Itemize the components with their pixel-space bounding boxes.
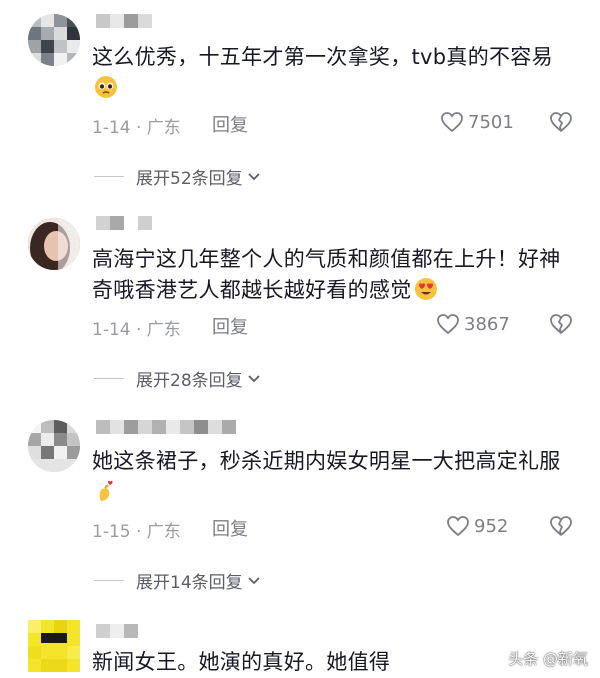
username-mosaic[interactable] bbox=[96, 216, 152, 230]
dislike-button[interactable] bbox=[548, 110, 574, 138]
dislike-button[interactable] bbox=[548, 514, 574, 542]
expand-replies-button[interactable]: 展开28条回复 bbox=[94, 366, 261, 391]
comment-text: 新闻女王。她演的真好。她值得 bbox=[92, 650, 391, 674]
heart-eyes-face-emoji bbox=[414, 277, 438, 301]
finger-heart-emoji bbox=[94, 479, 118, 503]
like-button[interactable]: 7501 bbox=[440, 111, 514, 133]
like-count: 7501 bbox=[468, 111, 514, 133]
username-mosaic[interactable] bbox=[96, 624, 138, 638]
like-button[interactable]: 952 bbox=[446, 515, 508, 537]
avatar[interactable] bbox=[28, 620, 80, 672]
like-button[interactable]: 3867 bbox=[436, 313, 510, 335]
heart-icon bbox=[437, 314, 459, 335]
chevron-down-icon bbox=[248, 576, 260, 584]
heart-icon bbox=[441, 112, 463, 133]
chevron-down-icon bbox=[248, 172, 260, 180]
reply-button[interactable]: 回复 bbox=[212, 515, 248, 541]
broken-heart-icon bbox=[550, 516, 572, 536]
avatar[interactable] bbox=[28, 218, 80, 270]
expand-replies-button[interactable]: 展开52条回复 bbox=[94, 164, 261, 189]
dislike-button[interactable] bbox=[548, 312, 574, 340]
avatar[interactable] bbox=[28, 420, 80, 472]
comment-text: 她这条裙子，秒杀近期内娱女明星一大把高定礼服 bbox=[92, 446, 574, 508]
like-count: 952 bbox=[474, 515, 509, 537]
broken-heart-icon bbox=[550, 314, 572, 334]
comment-date-location: 1-14 · 广东 bbox=[92, 320, 181, 340]
reply-button[interactable]: 回复 bbox=[212, 313, 248, 339]
watermark: 头条 @新氧 bbox=[508, 650, 588, 668]
username-mosaic[interactable] bbox=[96, 420, 236, 434]
username-mosaic[interactable] bbox=[96, 14, 152, 28]
reply-button[interactable]: 回复 bbox=[212, 111, 248, 137]
like-count: 3867 bbox=[464, 313, 510, 335]
comment-text: 这么优秀，十五年才第一次拿奖，tvb真的不容易 bbox=[92, 42, 574, 104]
divider-line bbox=[94, 580, 124, 581]
broken-heart-icon bbox=[550, 112, 572, 132]
chevron-down-icon bbox=[248, 374, 260, 382]
divider-line bbox=[94, 176, 124, 177]
comment-date-location: 1-15 · 广东 bbox=[92, 522, 181, 542]
pleading-face-emoji bbox=[94, 75, 118, 99]
comment-text: 高海宁这几年整个人的气质和颜值都在上升！好神奇哦香港艺人都越长越好看的感觉 bbox=[92, 247, 561, 302]
heart-icon bbox=[447, 516, 469, 537]
comment-date-location: 1-14 · 广东 bbox=[92, 118, 181, 138]
divider-line bbox=[94, 378, 124, 379]
avatar[interactable] bbox=[28, 14, 80, 66]
expand-replies-button[interactable]: 展开14条回复 bbox=[94, 568, 261, 593]
